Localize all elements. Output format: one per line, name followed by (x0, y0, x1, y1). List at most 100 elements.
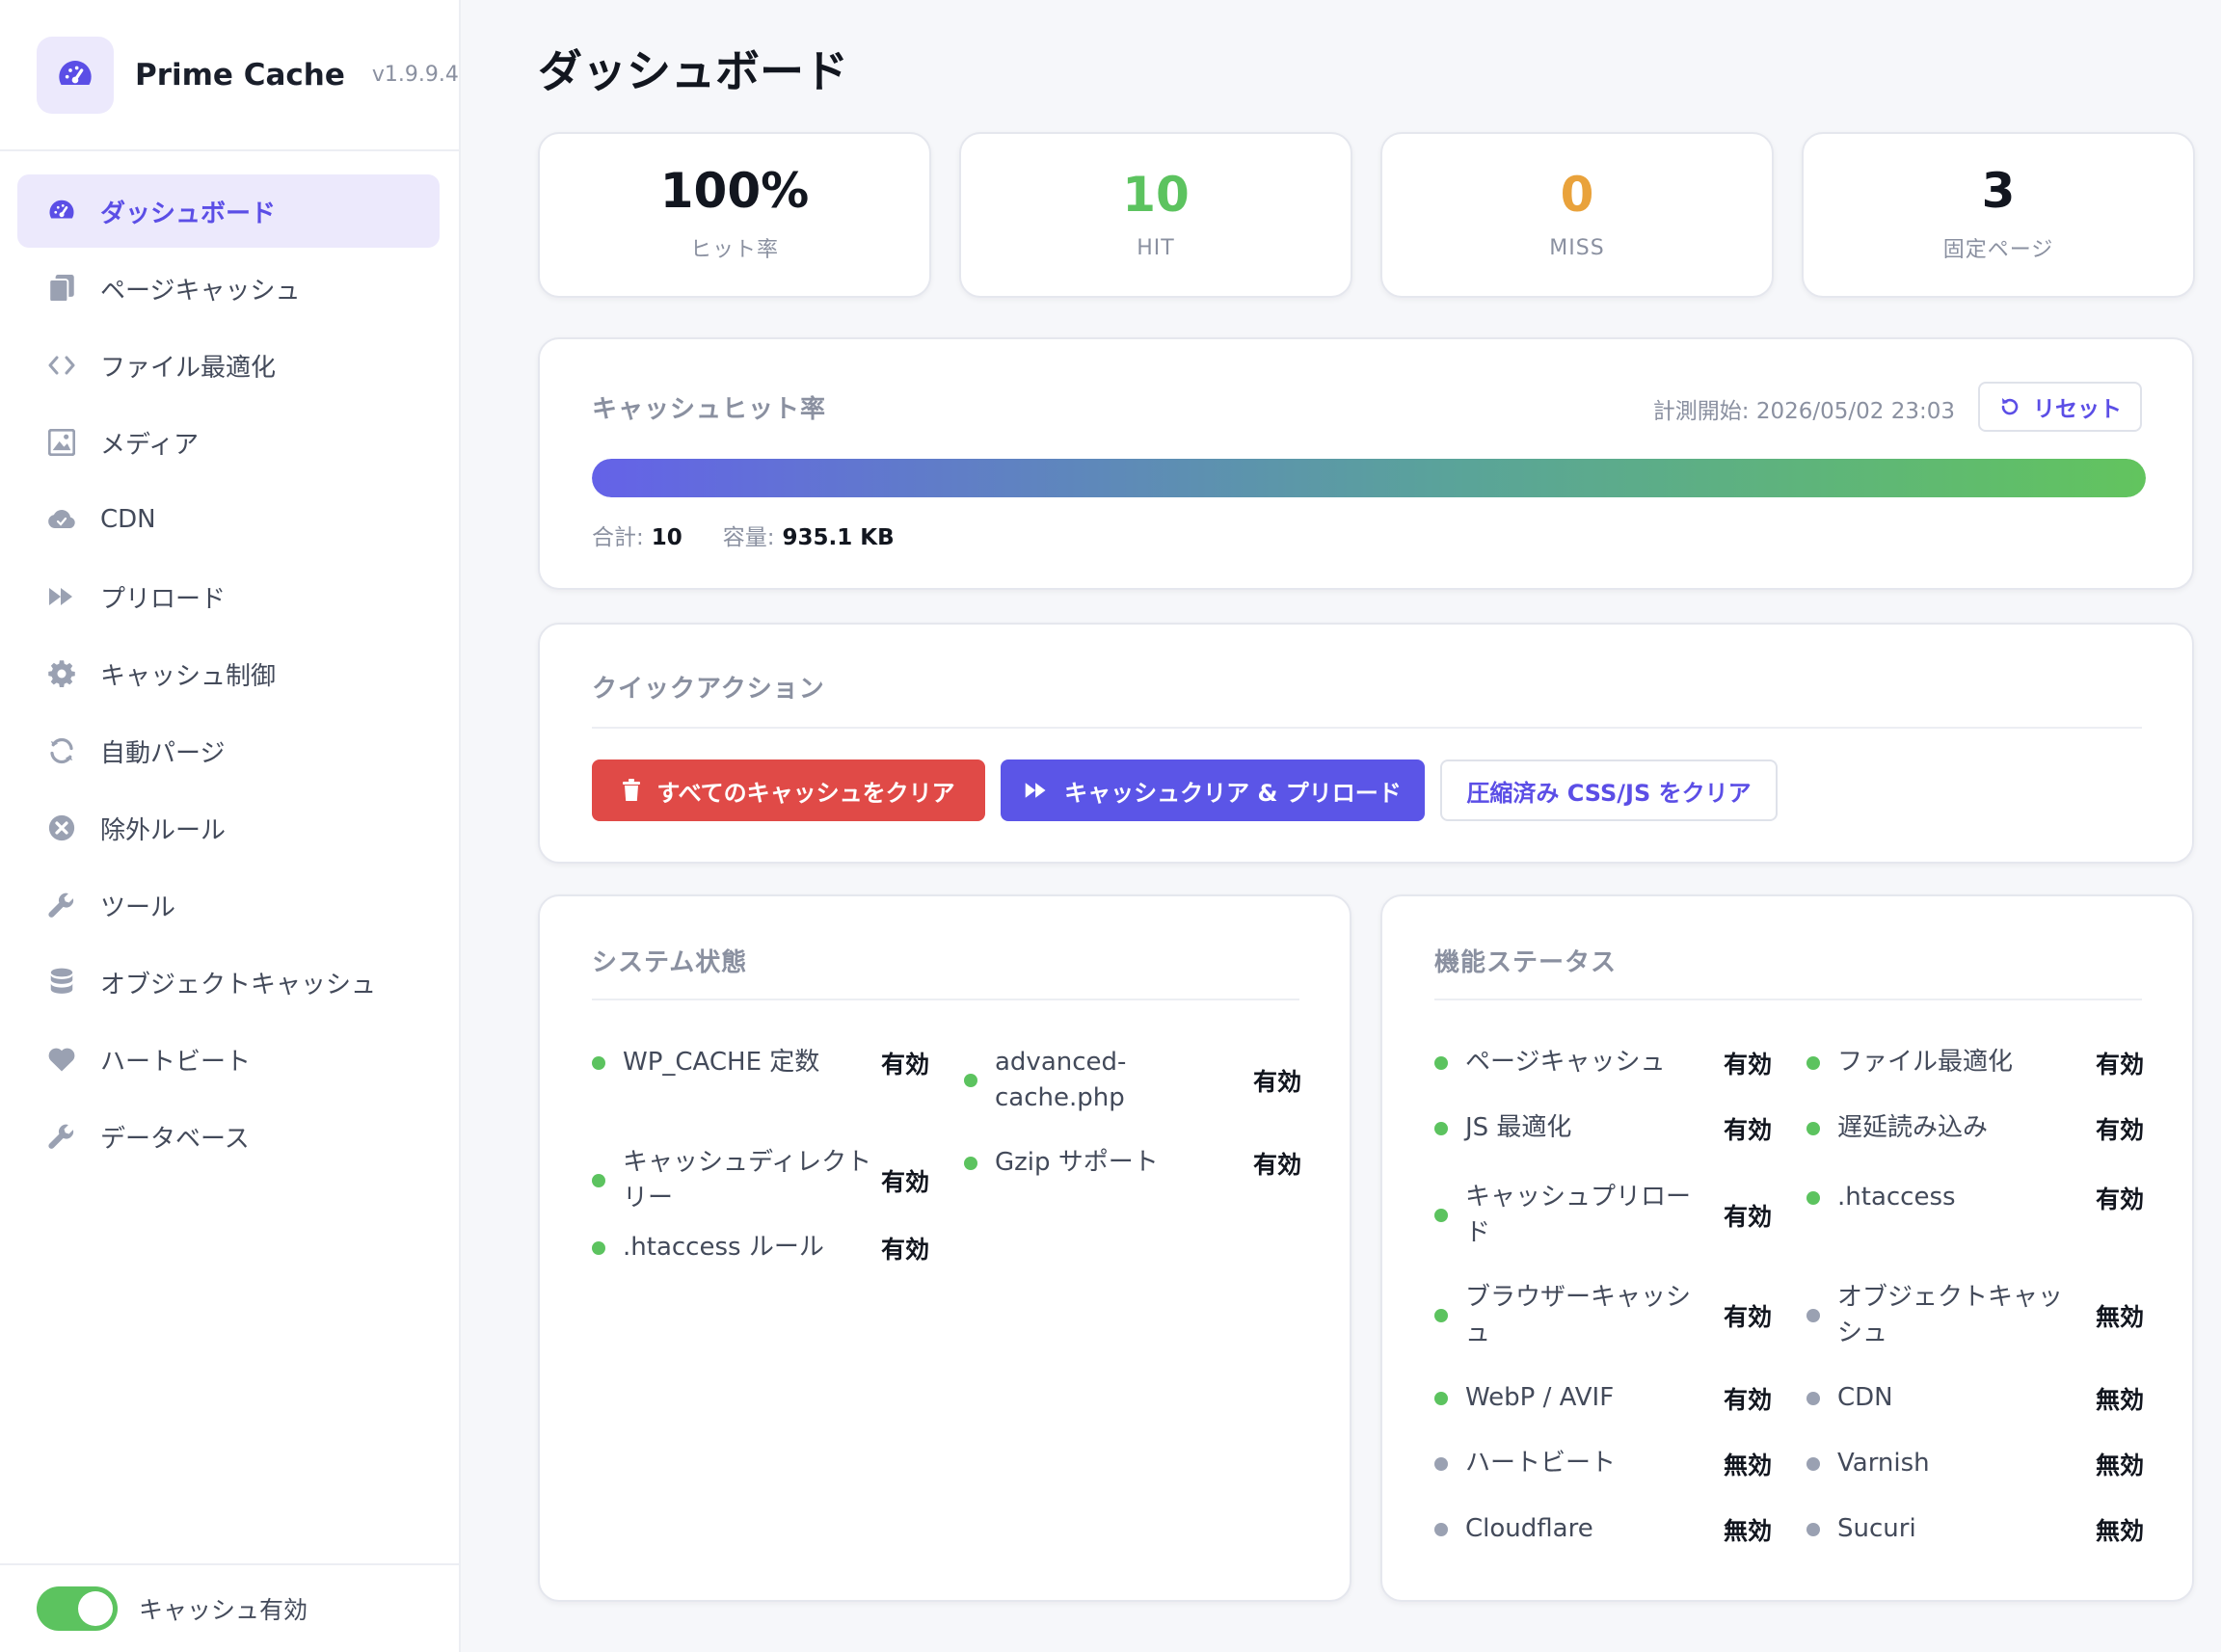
status-name: WP_CACHE 定数 (623, 1048, 820, 1077)
cloud-icon (46, 504, 77, 535)
status-value: 有効 (880, 1235, 929, 1264)
status-item: 遅延読み込み 有効 (1806, 1110, 2144, 1146)
clear-minified-button[interactable]: 圧縮済み CSS/JS をクリア (1440, 759, 1778, 821)
status-dot-icon (592, 1174, 605, 1187)
status-name: 遅延読み込み (1837, 1113, 1989, 1142)
refresh-icon (1998, 395, 2021, 418)
status-value: 無効 (1723, 1451, 1772, 1479)
status-name: ハートビート (1465, 1449, 1617, 1478)
sidebar-item-dashboard[interactable]: ダッシュボード (17, 174, 440, 248)
status-item: advanced-cache.php 有効 (964, 1045, 1301, 1116)
sidebar-item-exclusion-rules[interactable]: 除外ルール (17, 791, 440, 865)
wrench-icon (46, 890, 77, 920)
status-value: 有効 (2095, 1115, 2144, 1144)
measurement-start: 計測開始: 2026/05/02 23:03 (1652, 399, 1955, 424)
status-name: オブジェクトキャッシュ (1837, 1283, 2064, 1347)
status-value: 有効 (1723, 1303, 1772, 1331)
stat-value: 3 (1981, 163, 2016, 219)
sidebar-item-label: メディア (100, 430, 200, 460)
clear-and-preload-button[interactable]: キャッシュクリア & プリロード (1001, 759, 1425, 821)
status-item: JS 最適化 有効 (1434, 1110, 1772, 1146)
sidebar-item-page-cache[interactable]: ページキャッシュ (17, 252, 440, 325)
sidebar-item-label: ダッシュボード (100, 199, 277, 228)
sidebar-item-cdn[interactable]: CDN (17, 483, 440, 556)
sidebar-item-label: CDN (100, 505, 156, 534)
sidebar-item-auto-purge[interactable]: 自動パージ (17, 714, 440, 787)
section-title: 機能ステータス (1434, 948, 1618, 977)
sidebar-item-file-optimization[interactable]: ファイル最適化 (17, 329, 440, 402)
cache-enabled-label: キャッシュ有効 (139, 1596, 308, 1624)
status-item: .htaccess ルール 有効 (592, 1230, 929, 1266)
sync-icon (46, 735, 77, 766)
stat-value: 0 (1560, 166, 1594, 223)
reset-label: リセット (2033, 397, 2122, 422)
status-value: 無効 (1723, 1516, 1772, 1545)
status-item: キャッシュディレクトリー 有効 (592, 1145, 929, 1216)
clear-all-cache-button[interactable]: すべてのキャッシュをクリア (592, 759, 985, 821)
page-title: ダッシュボード (538, 45, 848, 97)
status-item: WebP / AVIF 有効 (1434, 1380, 1772, 1416)
size-value: 935.1 KB (782, 525, 895, 550)
sidebar-item-media[interactable]: メディア (17, 406, 440, 479)
cache-hit-rate-card: キャッシュヒット率 計測開始: 2026/05/02 23:03 リセット 合計… (538, 337, 2194, 590)
brand-version: v1.9.9.4 (371, 63, 459, 87)
status-item: ページキャッシュ 有効 (1434, 1045, 1772, 1080)
button-label: キャッシュクリア & プリロード (1064, 779, 1402, 807)
reset-button[interactable]: リセット (1978, 382, 2142, 432)
status-name: キャッシュディレクトリー (623, 1148, 872, 1212)
exclude-icon (46, 813, 77, 843)
status-name: キャッシュプリロード (1465, 1183, 1692, 1247)
status-item: .htaccess 有効 (1806, 1180, 2144, 1215)
status-name: ページキャッシュ (1465, 1048, 1666, 1077)
stat-label: ヒット率 (689, 238, 779, 262)
quick-actions-card: クイックアクション すべてのキャッシュをクリア キャッシュクリア & プリロード… (538, 623, 2194, 864)
status-name: Sucuri (1837, 1514, 1916, 1543)
stat-value: 100% (659, 163, 810, 219)
status-dot-icon (1434, 1391, 1448, 1405)
status-item: ブラウザーキャッシュ 有効 (1434, 1280, 1772, 1351)
status-name: CDN (1837, 1383, 1893, 1412)
sidebar-item-label: プリロード (100, 584, 227, 614)
trash-icon (622, 779, 641, 802)
status-item: Varnish 無効 (1806, 1446, 2144, 1481)
brand-header: Prime Cache v1.9.9.4 (0, 0, 459, 151)
button-label: すべてのキャッシュをクリア (656, 779, 955, 807)
divider (592, 999, 1299, 1000)
status-name: .htaccess ルール (623, 1233, 824, 1262)
status-value: 有効 (1723, 1050, 1772, 1079)
status-value: 有効 (2095, 1050, 2144, 1079)
section-title: キャッシュヒット率 (592, 395, 827, 424)
cache-enabled-toggle[interactable] (37, 1586, 118, 1631)
status-value: 有効 (1723, 1385, 1772, 1414)
sidebar-item-database[interactable]: データベース (17, 1100, 440, 1173)
speedometer-logo-icon (37, 36, 114, 114)
dashboard-icon (46, 196, 77, 226)
status-name: WebP / AVIF (1465, 1383, 1615, 1412)
status-value: 有効 (1252, 1150, 1301, 1179)
sidebar-item-preload[interactable]: プリロード (17, 560, 440, 633)
sidebar-item-cache-control[interactable]: キャッシュ制御 (17, 637, 440, 710)
status-name: Varnish (1837, 1449, 1930, 1478)
sidebar-item-tools[interactable]: ツール (17, 868, 440, 942)
sidebar-item-label: データベース (100, 1124, 250, 1154)
sidebar-item-label: キャッシュ制御 (100, 661, 277, 691)
system-status-card: システム状態 WP_CACHE 定数 有効 advanced-cache.php 有効… (538, 894, 1351, 1602)
sidebar-item-heartbeat[interactable]: ハートビート (17, 1023, 440, 1096)
status-dot-icon (1806, 1190, 1820, 1205)
sidebar: Prime Cache v1.9.9.4 ダッシュボード ページキャッシュ ファ… (0, 0, 461, 1652)
cache-totals: 合計: 10 容量: 935.1 KB (592, 519, 935, 551)
status-dot-icon (592, 1055, 605, 1070)
stat-label: MISS (1549, 235, 1605, 260)
status-item: キャッシュプリロード 有効 (1434, 1180, 1772, 1251)
status-value: 無効 (2095, 1385, 2144, 1414)
button-label: 圧縮済み CSS/JS をクリア (1466, 779, 1752, 807)
status-item: WP_CACHE 定数 有効 (592, 1045, 929, 1080)
sidebar-item-label: ハートビート (100, 1047, 252, 1077)
fast-forward-icon (1024, 781, 1049, 800)
pages-icon (46, 273, 77, 304)
sidebar-item-object-cache[interactable]: オブジェクトキャッシュ (17, 946, 440, 1019)
section-title: システム状態 (592, 948, 748, 977)
status-name: .htaccess (1837, 1183, 1956, 1212)
status-value: 有効 (1252, 1068, 1301, 1096)
divider (592, 727, 2142, 729)
